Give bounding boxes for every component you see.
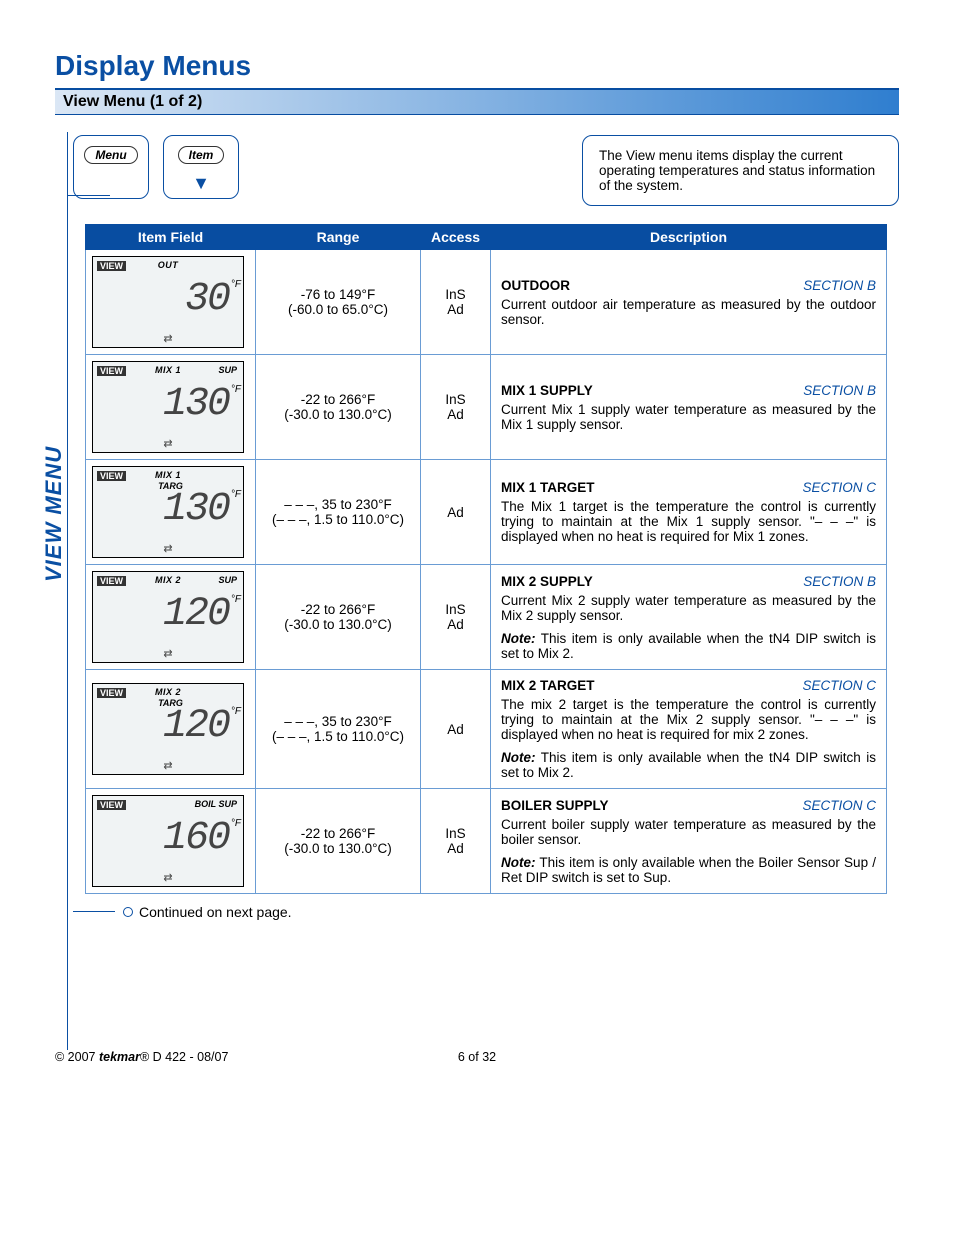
lcd-value: 120 [93,592,229,637]
range-cell: – – –, 35 to 230°F(– – –, 1.5 to 110.0°C… [256,670,421,789]
range-cell: -22 to 266°F(-30.0 to 130.0°C) [256,789,421,894]
chevron-down-icon: ▼ [192,174,210,192]
desc-body: Current boiler supply water temperature … [501,817,876,847]
connector-line [67,132,68,1050]
lcd-value: 130 [93,382,229,427]
lcd-top-label: MIX 2 [93,687,243,697]
desc-note: Note: This item is only available when t… [501,631,876,661]
item-pill-box: Item ▼ [163,135,239,199]
desc-title: OUTDOOR [501,278,570,293]
section-ref: SECTION C [802,798,876,813]
page-footer: © 2007 tekmar® D 422 - 08/07 6 of 32 [55,1050,899,1064]
desc-body: Current Mix 1 supply water temperature a… [501,402,876,432]
th-item: Item Field [86,225,256,250]
lcd-mockup: VIEWMIX 1SUP130°F⇄ [92,361,244,453]
description-cell: BOILER SUPPLY SECTION C Current boiler sup… [491,789,887,894]
table-row: VIEW BOIL SUP 160°F ⇄ -22 to 266°F(-30.0 to … [86,789,887,894]
lcd-mockup: VIEWOUT30°F⇄ [92,256,244,348]
lcd-unit: °F [231,594,241,605]
access-cell: Ad [421,460,491,565]
description-cell: OUTDOOR SECTION B Current outdoor air temp… [491,250,887,355]
lcd-view-tag: VIEW [97,800,126,810]
desc-body: Current Mix 2 supply water temperature a… [501,593,876,623]
lcd-value: 160 [93,816,229,861]
access-cell: InSAd [421,565,491,670]
lcd-top-right: SUP [218,365,237,375]
footer-center: 6 of 32 [458,1050,496,1064]
arrows-icon: ⇄ [93,437,243,450]
top-description-text: The View menu items display the current … [599,148,875,193]
lcd-mockup: VIEWMIX 2SUP120°F⇄ [92,571,244,663]
view-menu-table: Item Field Range Access Description VIEW… [85,224,887,894]
item-pill: Item [178,146,225,164]
table-row: VIEWMIX 1SUP130°F⇄-22 to 266°F(-30.0 to … [86,355,887,460]
arrows-icon: ⇄ [93,647,243,660]
range-cell: -22 to 266°F(-30.0 to 130.0°C) [256,355,421,460]
table-row: VIEWOUT30°F⇄-76 to 149°F(-60.0 to 65.0°C… [86,250,887,355]
description-cell: MIX 2 TARGET SECTION C The mix 2 target is… [491,670,887,789]
description-cell: MIX 1 TARGET SECTION C The Mix 1 target is… [491,460,887,565]
menu-pill: Menu [84,146,137,164]
lcd-unit: °F [231,279,241,290]
access-cell: InSAd [421,250,491,355]
lcd-mockup: VIEWMIX 2TARG120°F⇄ [92,683,244,775]
desc-body: The Mix 1 target is the temperature the … [501,499,876,544]
table-row: VIEWMIX 2SUP120°F⇄-22 to 266°F(-30.0 to … [86,565,887,670]
lcd-value: 120 [93,704,229,749]
side-label: VIEW MENU [41,446,67,582]
continued-dot-icon [123,907,133,917]
table-row: VIEWMIX 2TARG120°F⇄– – –, 35 to 230°F(– … [86,670,887,789]
lcd-unit: °F [231,384,241,395]
section-ref: SECTION C [802,480,876,495]
desc-title: BOILER SUPPLY [501,798,609,813]
arrows-icon: ⇄ [93,542,243,555]
lcd-unit: °F [231,489,241,500]
desc-title: MIX 2 TARGET [501,678,595,693]
th-access: Access [421,225,491,250]
lcd-top-right: BOIL SUP [195,799,237,809]
desc-body: The mix 2 target is the temperature the … [501,697,876,742]
arrows-icon: ⇄ [93,332,243,345]
arrows-icon: ⇄ [93,871,243,884]
lcd-top-label: MIX 1 [93,470,243,480]
table-row: VIEWMIX 1TARG130°F⇄– – –, 35 to 230°F(– … [86,460,887,565]
top-description-box: The View menu items display the current … [582,135,899,206]
table-header-row: Item Field Range Access Description [86,225,887,250]
desc-title: MIX 1 TARGET [501,480,595,495]
lcd-top-right: SUP [218,575,237,585]
footer-left: © 2007 tekmar® D 422 - 08/07 [55,1050,228,1064]
continued-row: Continued on next page. [73,904,899,920]
th-range: Range [256,225,421,250]
desc-body: Current outdoor air temperature as measu… [501,297,876,327]
menu-pill-box: Menu [73,135,149,199]
section-ref: SECTION B [803,383,876,398]
lcd-mockup: VIEWMIX 1TARG130°F⇄ [92,466,244,558]
lcd-value: 130 [93,487,229,532]
desc-note: Note: This item is only available when t… [501,855,876,885]
range-cell: -76 to 149°F(-60.0 to 65.0°C) [256,250,421,355]
lcd-unit: °F [231,706,241,717]
section-ref: SECTION C [802,678,876,693]
section-subheader: View Menu (1 of 2) [55,88,899,115]
th-desc: Description [491,225,887,250]
range-cell: – – –, 35 to 230°F(– – –, 1.5 to 110.0°C… [256,460,421,565]
arrows-icon: ⇄ [93,759,243,772]
desc-note: Note: This item is only available when t… [501,750,876,780]
continued-text: Continued on next page. [139,904,292,920]
section-ref: SECTION B [803,574,876,589]
desc-title: MIX 1 SUPPLY [501,383,593,398]
page-title: Display Menus [55,50,899,82]
range-cell: -22 to 266°F(-30.0 to 130.0°C) [256,565,421,670]
lcd-top-label: OUT [93,260,243,270]
lcd-mockup: VIEW BOIL SUP 160°F ⇄ [92,795,244,887]
desc-title: MIX 2 SUPPLY [501,574,593,589]
lcd-unit: °F [231,818,241,829]
lcd-value: 30 [93,277,229,322]
description-cell: MIX 2 SUPPLY SECTION B Current Mix 2 suppl… [491,565,887,670]
description-cell: MIX 1 SUPPLY SECTION B Current Mix 1 suppl… [491,355,887,460]
access-cell: InSAd [421,789,491,894]
access-cell: InSAd [421,355,491,460]
access-cell: Ad [421,670,491,789]
section-ref: SECTION B [803,278,876,293]
